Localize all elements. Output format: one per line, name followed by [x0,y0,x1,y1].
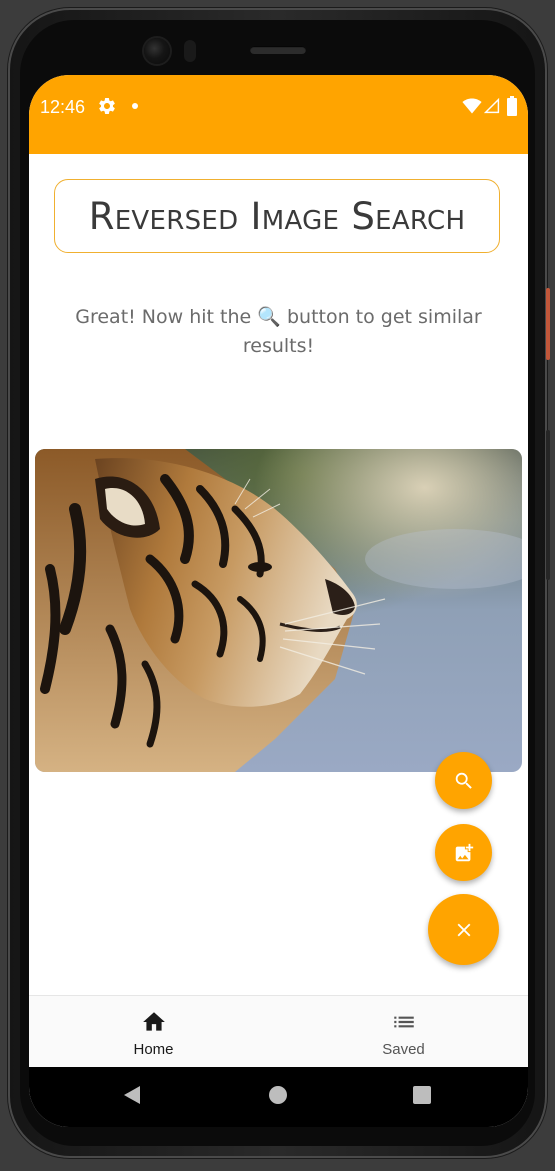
wifi-icon [462,98,482,114]
nav-item-home[interactable]: Home [29,996,278,1068]
front-camera [144,38,170,64]
power-button [546,430,550,580]
system-navigation-bar [29,1067,528,1127]
status-time: 12:46 [40,97,86,117]
app-screen: 12:46 Reversed Image Search Great! Now h… [29,75,528,1127]
title-box: Reversed Image Search [54,179,500,253]
search-icon [455,772,472,789]
magnifier-emoji-icon: 🔍 [257,306,281,328]
camera-sensor [184,40,196,62]
list-icon [393,1016,414,1028]
add-photo-icon [455,843,473,861]
home-circle-icon[interactable] [264,1081,292,1109]
volume-button [546,288,550,360]
tiger-image [35,449,522,772]
signal-icon [484,97,500,114]
instruction-prefix: Great! Now hit the [75,306,258,328]
page-title: Reversed Image Search [88,194,466,238]
earpiece-speaker [250,46,306,54]
recents-icon[interactable] [408,1081,436,1109]
battery-icon [507,96,517,116]
search-fab-button[interactable] [435,752,492,809]
close-icon [457,923,470,936]
nav-item-saved[interactable]: Saved [279,996,528,1068]
home-icon [142,1012,165,1031]
status-bar: 12:46 [29,75,528,154]
selected-image[interactable] [35,449,522,772]
nav-item-home-label: Home [133,1041,174,1058]
back-icon[interactable] [118,1081,146,1109]
nav-item-saved-label: Saved [382,1041,425,1058]
instruction-text: Great! Now hit the 🔍 button to get simil… [49,303,508,361]
add-image-fab-button[interactable] [435,824,492,881]
gear-icon [99,98,115,114]
bottom-navigation: Home Saved [29,995,528,1068]
close-fab-button[interactable] [428,894,499,965]
dot-icon [132,103,138,109]
